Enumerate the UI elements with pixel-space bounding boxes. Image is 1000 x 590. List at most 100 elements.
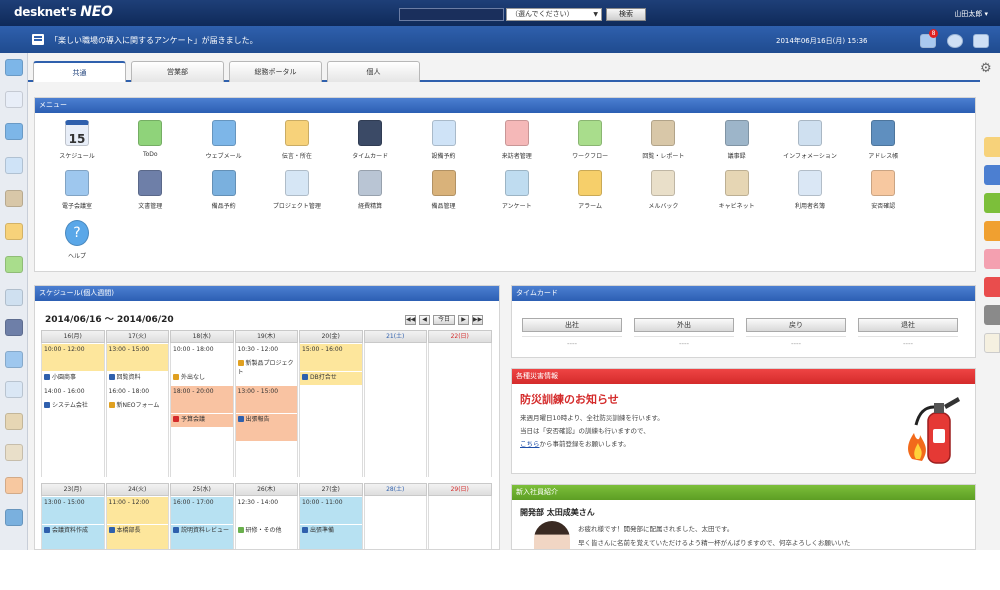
menu-item-webmail[interactable]: ウェブメール	[189, 120, 259, 165]
schedule-event[interactable]: 外出なし	[171, 372, 233, 385]
schedule-event[interactable]: 出張準備	[300, 525, 362, 549]
notice-link[interactable]: こちら	[520, 440, 540, 448]
return-button[interactable]: 戻り	[746, 318, 846, 332]
schedule-event[interactable]: 本橋部長	[106, 525, 168, 549]
tab-general-portal[interactable]: 総務ポータル	[229, 61, 322, 82]
calendar-icon[interactable]	[5, 91, 23, 108]
facility-icon[interactable]	[5, 157, 23, 174]
schedule-event[interactable]: 13:00 - 15:00	[106, 344, 168, 371]
schedule-event[interactable]: 11:00 - 12:00	[106, 497, 168, 524]
menu-item-report[interactable]: 回覧・レポート	[628, 120, 698, 165]
day-header[interactable]: 16(月)	[41, 330, 105, 343]
pager-last-button[interactable]: ▶▶	[472, 315, 483, 325]
schedule-event[interactable]: 13:00 - 15:00	[42, 497, 104, 524]
pager-today-button[interactable]: 今日	[433, 315, 455, 325]
menu-item-forum[interactable]: 電子会議室	[42, 170, 112, 215]
menu-item-stock[interactable]: 備品管理	[409, 170, 479, 215]
information-icon[interactable]	[5, 289, 23, 306]
day-header[interactable]: 26(木)	[234, 483, 298, 496]
clock-out-button[interactable]: 退社	[858, 318, 958, 332]
schedule-panel-title[interactable]: スケジュール(個人週間)	[35, 286, 499, 301]
pager-next-button[interactable]: ▶	[458, 315, 469, 325]
day-header[interactable]: 22(日)	[428, 330, 492, 343]
chat-icon[interactable]	[947, 34, 963, 48]
day-column[interactable]	[428, 343, 492, 477]
day-header[interactable]: 29(日)	[428, 483, 492, 496]
webmail-icon[interactable]	[5, 123, 23, 140]
schedule-event[interactable]: 研修・その他	[235, 525, 297, 549]
shortcut-tab-orange[interactable]	[984, 221, 1000, 241]
menu-item-equipment[interactable]: 備品予約	[189, 170, 259, 215]
menu-item-roster[interactable]: 利用者名簿	[775, 170, 845, 215]
menu-item-information[interactable]: インフォメーション	[775, 120, 845, 165]
menu-item-visitor[interactable]: 来訪者管理	[482, 120, 552, 165]
menu-item-help[interactable]: ? ヘルプ	[42, 220, 112, 265]
schedule-event[interactable]: 会議資料作成	[42, 525, 104, 549]
shortcut-tab-green[interactable]	[984, 193, 1000, 213]
menu-item-expense[interactable]: 経費精算	[335, 170, 405, 215]
day-header[interactable]: 21(土)	[363, 330, 427, 343]
day-column[interactable]	[363, 496, 427, 549]
schedule-event[interactable]: 16:00 - 18:00	[106, 386, 168, 399]
day-header[interactable]: 19(木)	[234, 330, 298, 343]
schedule-event[interactable]: 説明資料レビュー	[171, 525, 233, 549]
menu-item-minutes[interactable]: 議事録	[702, 120, 772, 165]
schedule-event[interactable]: 10:00 - 11:00	[300, 497, 362, 524]
gear-icon[interactable]: ⚙	[980, 62, 994, 76]
go-out-button[interactable]: 外出	[634, 318, 734, 332]
schedule-event[interactable]: 10:30 - 12:00	[235, 344, 297, 357]
search-category-select[interactable]: （選んでください） ▼	[506, 8, 602, 21]
shortcut-tab-blue[interactable]	[984, 165, 1000, 185]
home-icon[interactable]	[5, 59, 23, 76]
schedule-event[interactable]: 小園商事	[42, 372, 104, 385]
schedule-event[interactable]: 新製品プロジェクト	[235, 358, 297, 385]
schedule-event[interactable]: 12:30 - 14:00	[235, 497, 297, 524]
menu-item-todo[interactable]: ToDo	[115, 120, 185, 165]
menu-item-cabinet[interactable]: キャビネット	[702, 170, 772, 215]
tab-sales[interactable]: 営業部	[131, 61, 224, 82]
schedule-event[interactable]: 16:00 - 17:00	[171, 497, 233, 524]
schedule-event[interactable]: 13:00 - 15:00	[235, 386, 297, 413]
notification-text[interactable]: 「楽しい職場の導入に関するアンケート」が届きました。	[50, 35, 258, 46]
menu-item-facility[interactable]: 設備予約	[409, 120, 479, 165]
workflow-icon[interactable]	[5, 256, 23, 273]
forum-icon[interactable]	[5, 351, 23, 368]
day-header[interactable]: 24(火)	[105, 483, 169, 496]
day-column[interactable]	[428, 496, 492, 549]
schedule-event[interactable]: 予算会議	[171, 414, 233, 427]
tab-personal[interactable]: 個人	[327, 61, 420, 82]
tab-common[interactable]: 共通	[33, 61, 126, 82]
schedule-event[interactable]: 回覧資料	[106, 372, 168, 385]
document-icon[interactable]	[5, 319, 23, 336]
cabinet-icon[interactable]	[5, 413, 23, 430]
roster-icon[interactable]	[5, 381, 23, 398]
folder-icon[interactable]	[984, 137, 1000, 157]
pager-prev-button[interactable]: ◀	[419, 315, 430, 325]
day-header[interactable]: 25(水)	[170, 483, 234, 496]
schedule-event[interactable]: 10:00 - 12:00	[42, 344, 104, 371]
report-icon[interactable]	[5, 190, 23, 207]
schedule-event[interactable]: システム会社	[42, 400, 104, 427]
menu-item-addressbook[interactable]: アドレス帳	[848, 120, 918, 165]
day-header[interactable]: 28(土)	[363, 483, 427, 496]
notebook-icon[interactable]	[5, 444, 23, 461]
equipment-icon[interactable]	[5, 509, 23, 526]
menu-item-project[interactable]: プロジェクト管理	[262, 170, 332, 215]
menu-item-calendar[interactable]: 15 スケジュール	[42, 120, 112, 165]
menu-item-workflow[interactable]: ワークフロー	[555, 120, 625, 165]
safety-icon[interactable]	[5, 477, 23, 494]
schedule-event[interactable]: DB打合せ	[300, 372, 362, 385]
pen-icon[interactable]	[984, 333, 1000, 353]
day-header[interactable]: 27(金)	[299, 483, 363, 496]
search-button[interactable]: 検索	[606, 8, 646, 21]
pager-first-button[interactable]: ◀◀	[405, 315, 416, 325]
menu-item-notebook[interactable]: メルバック	[628, 170, 698, 215]
schedule-event[interactable]: 10:00 - 18:00	[171, 344, 233, 371]
menu-item-safety[interactable]: 安否確認	[848, 170, 918, 215]
message-icon[interactable]	[5, 223, 23, 240]
day-header[interactable]: 18(水)	[170, 330, 234, 343]
profile-icon[interactable]	[973, 34, 989, 48]
menu-item-timecard[interactable]: タイムカード	[335, 120, 405, 165]
day-header[interactable]: 20(金)	[299, 330, 363, 343]
schedule-event[interactable]: 15:00 - 16:00	[300, 344, 362, 371]
